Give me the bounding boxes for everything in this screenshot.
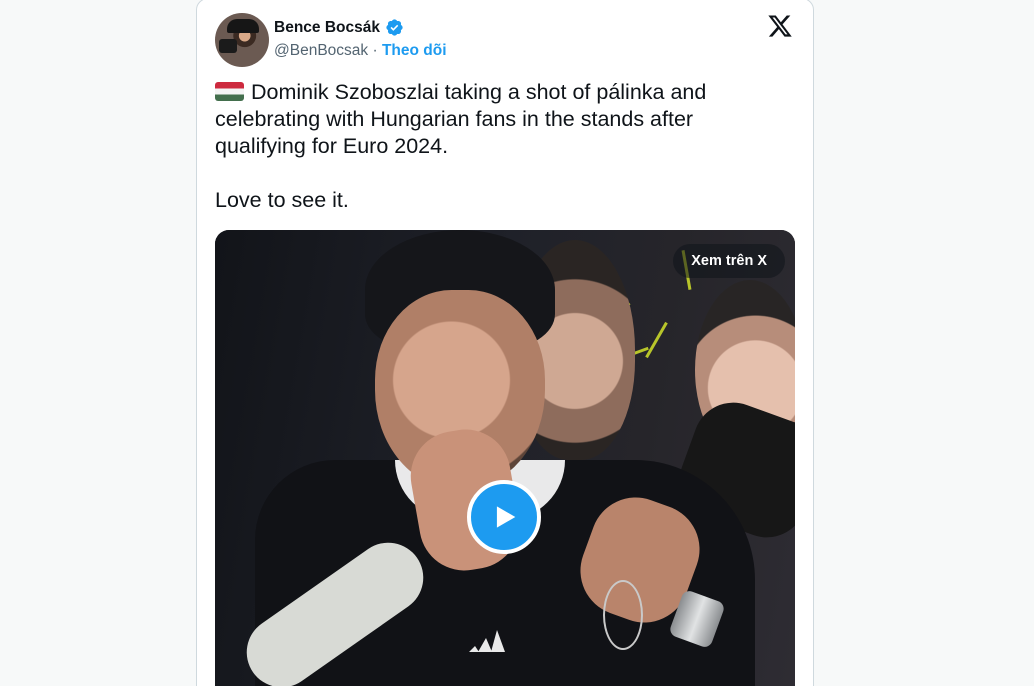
view-on-x-button[interactable]: Xem trên X [673,244,785,278]
x-logo-icon[interactable] [767,13,793,39]
play-button[interactable] [467,480,541,554]
avatar-camera-shape [219,39,237,53]
play-icon [496,506,516,528]
handle-separator: · [372,42,378,59]
author-handle-row: @BenBocsak · Theo dõi [274,42,447,60]
tweet-text-line-1: Dominik Szoboszlai taking a shot of páli… [215,80,707,158]
author-name[interactable]: Bence Bocsák [274,19,380,37]
author-name-row: Bence Bocsák [274,18,404,37]
follow-button[interactable]: Theo dõi [382,42,447,59]
hungary-flag-icon [215,82,244,101]
adidas-logo [469,630,505,652]
author-handle[interactable]: @BenBocsak [274,42,368,59]
verified-badge-icon [386,19,403,36]
tweet-card: Bence Bocsák @BenBocsak · Theo dõi Domin… [196,0,814,686]
tweet-text: Dominik Szoboszlai taking a shot of páli… [215,79,775,214]
author-avatar[interactable] [215,13,269,67]
tweet-paragraph-1: Dominik Szoboszlai taking a shot of páli… [215,79,775,160]
tweet-header: Bence Bocsák @BenBocsak · Theo dõi [215,13,795,69]
tweet-video[interactable]: Xem trên X [215,230,795,686]
tweet-text-line-2: Love to see it. [215,188,349,212]
video-thumbnail [215,230,795,686]
avatar-hat-shape [227,19,259,33]
